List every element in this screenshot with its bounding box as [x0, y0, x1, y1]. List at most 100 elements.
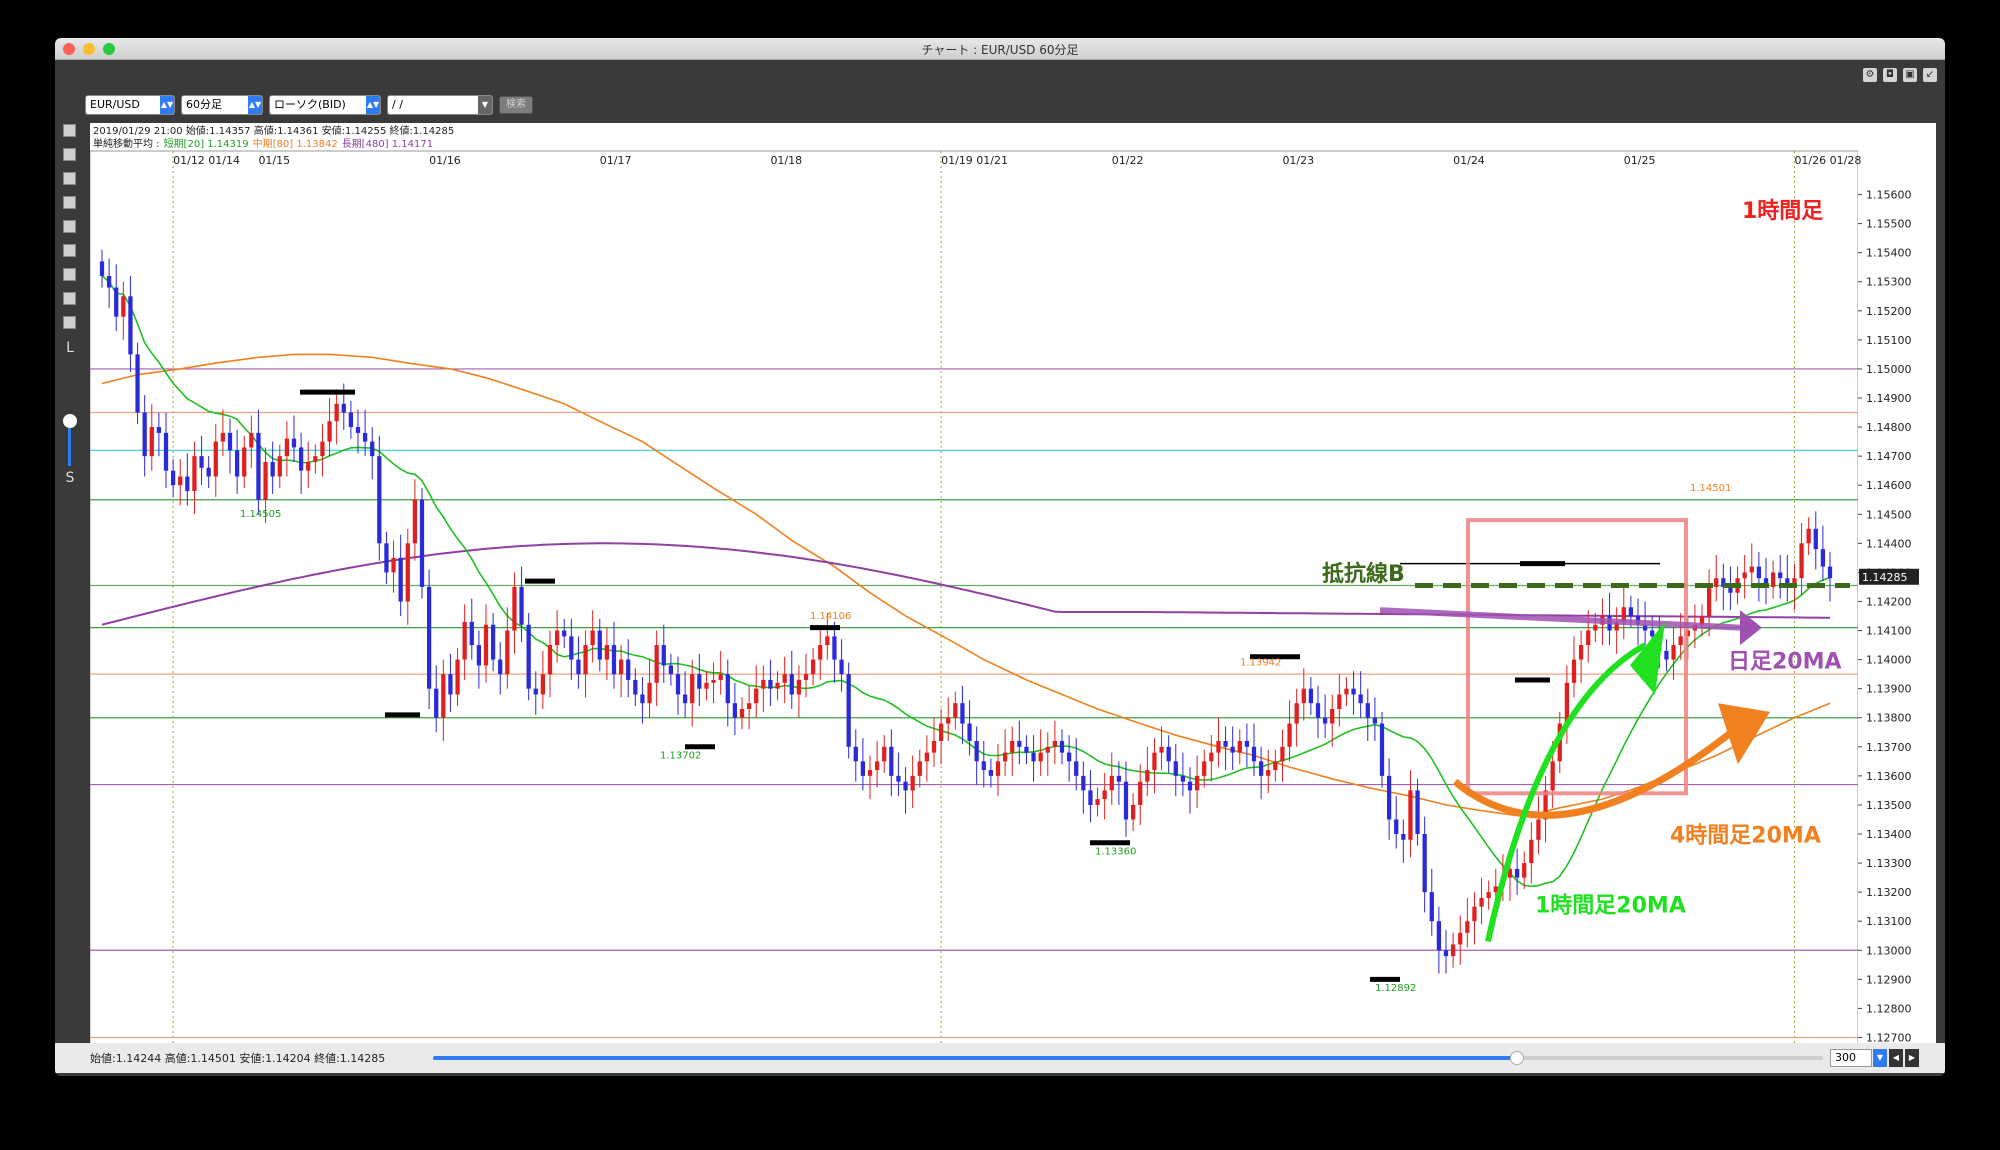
y-tick-label: 1.13200 — [1866, 886, 1912, 899]
timeframe-select[interactable]: 60分足 ▲▼ — [181, 95, 263, 115]
date-input[interactable]: / / ▼ — [387, 95, 493, 115]
step-icon[interactable]: ◀ — [1889, 1049, 1903, 1067]
refresh-tool-icon[interactable] — [63, 292, 76, 305]
candle-body — [341, 403, 346, 413]
line-tool-icon[interactable] — [63, 148, 76, 161]
candle-body — [426, 586, 432, 689]
candle-body — [1258, 761, 1264, 776]
x-date-label: 01/12 01/14 — [173, 154, 240, 167]
candle-body — [1130, 804, 1136, 820]
search-button[interactable]: 検索 — [499, 96, 533, 114]
candle-body — [853, 746, 858, 762]
pin-icon[interactable]: ↙ — [1923, 68, 1937, 82]
candle-body — [860, 761, 866, 776]
y-tick-label: 1.13400 — [1866, 828, 1912, 841]
candle-body — [306, 461, 311, 471]
y-tick-label: 1.13600 — [1866, 770, 1912, 783]
candle-body — [1522, 863, 1527, 878]
history-slider-track[interactable] — [433, 1051, 1823, 1065]
candle-body — [597, 630, 602, 660]
candle-body — [156, 427, 162, 433]
candle-body — [882, 746, 887, 762]
count-dropdown-icon[interactable]: ▼ — [1873, 1049, 1887, 1067]
camera-icon[interactable]: ◘ — [1883, 68, 1897, 82]
zoom-tool-icon[interactable] — [63, 124, 76, 137]
candle-body — [419, 499, 425, 587]
chart-area[interactable]: 2019/01/29 21:00 始値:1.14357 高値:1.14361 安… — [90, 123, 1936, 1076]
candle-body — [1074, 761, 1079, 776]
candle-body — [1756, 566, 1762, 579]
candle-body — [995, 761, 1001, 776]
candle-body — [640, 694, 645, 704]
price-type-select[interactable]: ローソク(BID) ▲▼ — [269, 95, 381, 115]
candle-body — [348, 412, 354, 428]
plot-background — [90, 150, 1859, 1062]
candle-body — [1571, 659, 1577, 683]
candle-body — [938, 723, 944, 741]
candle-body — [825, 636, 830, 646]
candle-body — [604, 645, 610, 660]
candle-body — [1123, 781, 1129, 820]
candle-body — [1714, 578, 1719, 587]
candlestick-chart[interactable]: 2019/01/29 21:00 始値:1.14357 高値:1.14361 安… — [90, 123, 1936, 1076]
candle-body — [185, 476, 190, 492]
candle-body — [1479, 897, 1484, 907]
candle-body — [1180, 775, 1186, 782]
candle-body — [448, 674, 453, 695]
price-label: 1.13702 — [660, 750, 701, 761]
candle-body — [1287, 723, 1292, 747]
candle-body — [889, 746, 894, 776]
window-icon[interactable]: ▣ — [1903, 68, 1917, 82]
candle-body — [818, 645, 823, 660]
symbol-select[interactable]: EUR/USD ▲▼ — [85, 95, 175, 115]
grid-tool-icon[interactable] — [63, 220, 76, 233]
candle-body — [1187, 781, 1193, 791]
print-tool-icon[interactable] — [63, 316, 76, 329]
candle-body — [249, 432, 254, 448]
bar-count-input[interactable]: 300 — [1830, 1049, 1872, 1067]
candle-body — [1351, 688, 1356, 695]
candle-body — [1045, 746, 1050, 753]
candle-body — [668, 665, 674, 675]
candle-body — [1244, 740, 1250, 747]
candle-body — [234, 450, 240, 477]
fib-tool-icon[interactable] — [63, 244, 76, 257]
candle-body — [142, 412, 147, 457]
y-tick-label: 1.15100 — [1866, 334, 1912, 347]
chart-window: チャート : EUR/USD 60分足 ⚙ ◘ ▣ ↙ EUR/USD ▲▼ 60… — [55, 38, 1945, 1076]
history-slider-knob[interactable] — [1510, 1051, 1525, 1065]
candle-body — [583, 645, 588, 675]
candle-body — [896, 775, 901, 782]
scale-slider-track[interactable] — [68, 428, 71, 466]
candle-body — [1095, 799, 1100, 805]
step-icon[interactable]: ▶ — [1905, 1049, 1919, 1067]
candle-body — [1806, 528, 1811, 544]
candle-body — [135, 354, 140, 413]
candle-body — [1017, 740, 1022, 747]
title-bar: チャート : EUR/USD 60分足 — [55, 38, 1945, 60]
y-tick-label: 1.15000 — [1866, 363, 1912, 376]
hline-tool-icon[interactable] — [63, 172, 76, 185]
scale-slider-knob[interactable] — [63, 414, 77, 428]
candle-body — [298, 447, 304, 471]
channel-tool-icon[interactable] — [63, 268, 76, 281]
candle-body — [1209, 752, 1214, 762]
candle-body — [121, 296, 126, 317]
trend-tool-icon[interactable] — [63, 196, 76, 209]
candle-body — [1749, 566, 1754, 573]
candle-body — [1280, 746, 1285, 762]
candle-body — [242, 447, 247, 477]
y-tick-label: 1.15300 — [1866, 276, 1912, 289]
gear-icon[interactable]: ⚙ — [1863, 68, 1877, 82]
candle-body — [775, 682, 780, 689]
candle-body — [1194, 775, 1200, 791]
candle-body — [576, 659, 581, 675]
candle-body — [1273, 761, 1278, 771]
candle-body — [469, 621, 474, 646]
candle-body — [682, 694, 688, 704]
h4-ma-label: 4時間足20MA — [1670, 824, 1821, 849]
price-label: 1.14501 — [1690, 483, 1731, 494]
price-label: 1.13360 — [1095, 846, 1136, 857]
candle-body — [519, 586, 524, 625]
candle-body — [789, 674, 794, 695]
